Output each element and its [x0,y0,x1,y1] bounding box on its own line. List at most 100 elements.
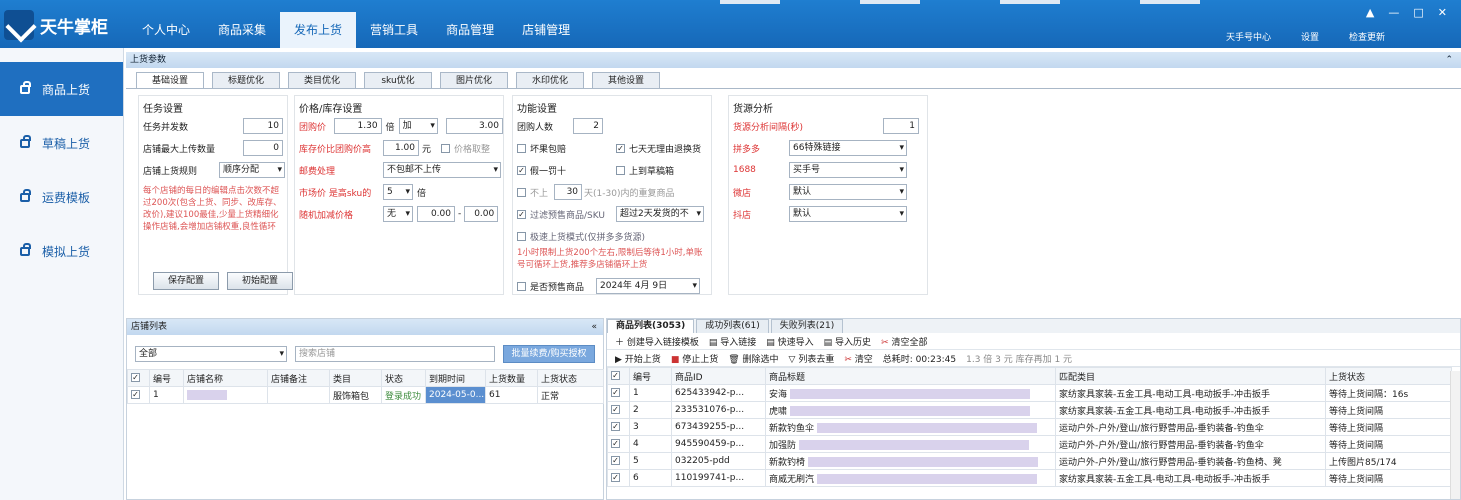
random-select[interactable]: 无 [383,206,413,222]
main-nav: 个人中心 商品采集 发布上货 营销工具 商品管理 店铺管理 [128,12,584,48]
random-min-input[interactable]: 0.00 [417,206,455,222]
table-row[interactable]: ✓ 4 945590459-p... 加强防 运动户外-户外/登山/旅行野营用品-垂钓… [607,435,1452,453]
1688-source-select[interactable]: 买手号 [789,162,907,178]
table-row[interactable]: ✓ 1 服饰箱包 登录成功 2024-05-0... 61 正常 [127,386,604,404]
goods-select-all[interactable]: ✓ [611,371,620,380]
price-settings: 价格/库存设置 团购价1.30倍加3.00 库存价比团购价高1.00元价格取整 … [294,95,504,295]
stock-price-input[interactable]: 1.00 [383,140,419,156]
import-history-button[interactable]: ▤ 导入历史 [824,335,871,348]
tab-image[interactable]: 图片优化 [440,72,508,89]
sidebar: 商品上货 草稿上货 运费模板 模拟上货 [0,48,124,500]
collapse-left-icon[interactable]: « [591,319,597,335]
bad-fruit-checkbox[interactable] [517,143,526,153]
create-template-button[interactable]: ＋ 创建导入链接模板 [615,335,699,348]
sidebar-item-freight[interactable]: 运费模板 [0,170,123,224]
nav-publish[interactable]: 发布上货 [280,12,357,48]
nav-collect[interactable]: 商品采集 [204,12,280,48]
table-row[interactable]: ✓ 1 625433942-p... 安海 家纺家具家装-五金工具-电动工具-电动扳手… [607,384,1452,402]
delete-selected-button[interactable]: 🗑 删除选中 [728,352,778,365]
random-max-input[interactable]: 0.00 [464,206,499,222]
save-config-button[interactable]: 保存配置 [153,272,219,290]
window-controls: ▲ — □ ✕ [1366,6,1447,19]
tab-fail-list[interactable]: 失败列表(21) [770,319,844,333]
bag-icon [20,242,31,256]
table-row[interactable]: ✓ 6 110199741-p... 商威无刷汽 家纺家具家装-五金工具-电动工具-电… [607,469,1452,487]
weidian-source-select[interactable]: 默认 [789,184,907,200]
bag-icon [20,188,31,202]
presale-filter-checkbox[interactable]: ✓ [517,209,526,219]
redacted-title [807,457,1038,467]
group-people-input[interactable]: 2 [573,118,603,134]
pdd-source-select[interactable]: 66特殊链接 [789,140,907,156]
tab-title[interactable]: 标题优化 [212,72,280,89]
concurrent-input[interactable]: 10 [243,118,283,134]
group-price-input[interactable]: 1.30 [334,118,382,134]
table-row[interactable]: ✓ 5 032205-pdd 新款钓椅 运动户外-户外/登山/旅行野营用品-垂钓装备-… [607,452,1452,470]
shop-search-input[interactable]: 搜索店铺 [295,346,495,362]
buyer-center-link[interactable]: 天手号中心 [1226,30,1271,43]
seven-day-checkbox[interactable]: ✓ [616,143,625,153]
goods-scrollbar[interactable] [1450,371,1460,499]
tab-category[interactable]: 类目优化 [288,72,356,89]
market-select[interactable]: 5 [383,184,413,200]
shop-select-all[interactable]: ✓ [131,373,140,382]
window-thumbnails [720,0,1200,4]
stop-upload-button[interactable]: ■ 停止上货 [671,352,718,365]
sidebar-item-simulate[interactable]: 模拟上货 [0,224,123,278]
fast-mode-checkbox[interactable] [517,231,526,241]
presale-select[interactable]: 超过2天发货的不 [616,206,704,222]
rule-select[interactable]: 顺序分配 [219,162,285,178]
add-price-input[interactable]: 3.00 [445,118,503,134]
clear-all-button[interactable]: ✂ 清空全部 [881,335,927,348]
tab-success-list[interactable]: 成功列表(61) [696,319,769,333]
tab-basic[interactable]: 基础设置 [136,72,204,89]
nav-shop[interactable]: 店铺管理 [508,12,584,48]
tab-watermark[interactable]: 水印优化 [516,72,584,89]
fake-ten-checkbox[interactable]: ✓ [517,165,526,175]
draft-checkbox[interactable] [616,165,625,175]
bag-icon [20,80,31,94]
minimize-icon[interactable]: — [1388,6,1399,19]
dedupe-button[interactable]: ▽ 列表去重 [789,352,835,365]
nav-goods[interactable]: 商品管理 [432,12,508,48]
init-config-button[interactable]: 初始配置 [227,272,293,290]
not-upload-checkbox[interactable] [517,187,526,197]
param-panel-header: 上货参数 ⌃ [126,52,1461,68]
table-row[interactable]: ✓ 3 673439255-p... 新款钓鱼伞 运动户外-户外/登山/旅行野营用品-… [607,418,1452,436]
max-upload-input[interactable]: 0 [243,140,283,156]
batch-renew-button[interactable]: 批量续费/购买授权 [503,345,595,363]
table-row[interactable]: ✓ 2 233531076-p... 虎啸 家纺家具家装-五金工具-电动工具-电动扳手… [607,401,1452,419]
shop-filter-select[interactable]: 全部 [135,346,287,362]
start-upload-button[interactable]: ▶ 开始上货 [615,352,661,365]
interval-input[interactable]: 1 [883,118,919,134]
redacted-title [816,474,1037,484]
price-round-checkbox[interactable] [441,143,451,153]
redacted-title [789,389,1030,399]
collapse-icon[interactable]: ⌃ [1445,52,1453,68]
is-presale-checkbox[interactable] [517,281,526,291]
check-update-link[interactable]: 检查更新 [1349,30,1385,43]
redacted-shop-name [187,389,227,400]
source-analysis: 货源分析 货源分析间隔(秒)1 拼多多66特殊链接 1688买手号 微店默认 抖… [728,95,928,295]
postage-select[interactable]: 不包邮不上传 [383,162,501,178]
douyin-source-select[interactable]: 默认 [789,206,907,222]
quick-import-button[interactable]: ▤ 快速导入 [766,335,813,348]
date-picker[interactable]: 2024年 4月 9日 [596,278,700,294]
nav-marketing[interactable]: 营销工具 [356,12,432,48]
sidebar-item-upload[interactable]: 商品上货 [0,62,123,116]
settings-link[interactable]: 设置 [1301,30,1319,43]
nav-personal[interactable]: 个人中心 [128,12,204,48]
days-input[interactable]: 30 [554,184,583,200]
tab-sku[interactable]: sku优化 [364,72,432,89]
app-logo: 天牛掌柜 [4,10,108,40]
sidebar-item-draft[interactable]: 草稿上货 [0,116,123,170]
op-select[interactable]: 加 [398,118,438,134]
skin-icon[interactable]: ▲ [1366,6,1374,19]
close-icon[interactable]: ✕ [1438,6,1447,19]
clear-button[interactable]: ✂ 清空 [844,352,872,365]
tab-goods-list[interactable]: 商品列表(3053) [607,319,695,333]
upload-toolbar: ▶ 开始上货 ■ 停止上货 🗑 删除选中 ▽ 列表去重 ✂ 清空 总耗时: 00… [607,350,1460,367]
maximize-icon[interactable]: □ [1413,6,1423,19]
import-link-button[interactable]: ▤ 导入链接 [709,335,756,348]
tab-other[interactable]: 其他设置 [592,72,660,89]
